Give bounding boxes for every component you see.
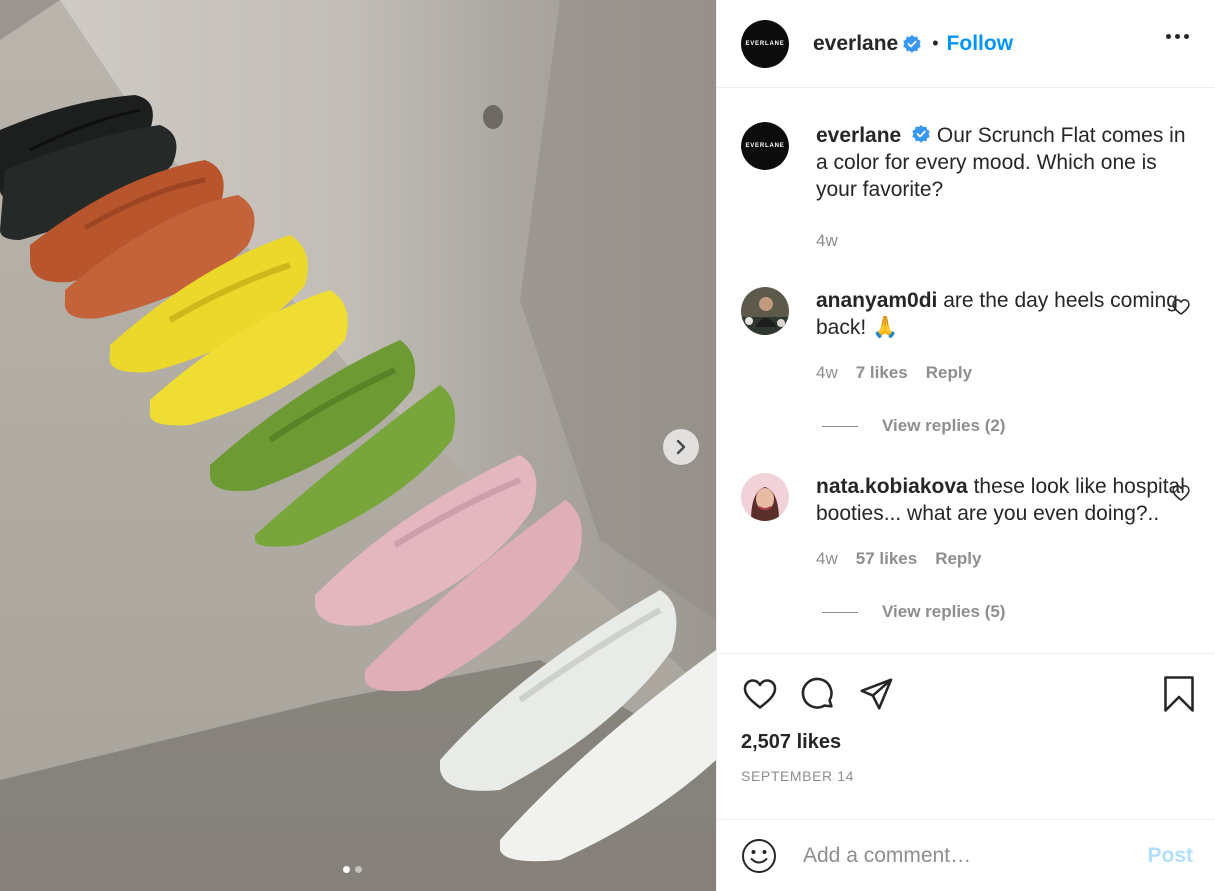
folded-hands-icon: 🙏 — [872, 316, 899, 339]
post-actions: 2,507 likes SEPTEMBER 14 — [717, 653, 1215, 819]
follow-button[interactable]: Follow — [947, 32, 1014, 56]
caption-time[interactable]: 4w — [816, 227, 838, 254]
share-button[interactable] — [857, 675, 895, 713]
post-header: EVERLANE everlane • Follow — [717, 0, 1215, 88]
comment-time[interactable]: 4w — [816, 545, 838, 572]
post-date[interactable]: SEPTEMBER 14 — [741, 768, 1195, 784]
caption: EVERLANE everlane Our Scrunch Flat comes… — [741, 122, 1191, 254]
comment-button[interactable] — [799, 675, 837, 713]
comment-likes[interactable]: 7 likes — [856, 359, 908, 386]
reply-button[interactable]: Reply — [926, 359, 972, 386]
post-comment-button[interactable]: Post — [1147, 844, 1193, 868]
comment-username[interactable]: nata.kobiakova — [816, 475, 968, 498]
comment-input[interactable] — [803, 843, 1148, 868]
comment-bubble-icon — [801, 677, 833, 709]
user-photo-icon — [741, 473, 789, 521]
user-photo-icon — [741, 287, 789, 335]
heart-icon[interactable] — [1171, 483, 1191, 503]
comment-likes[interactable]: 57 likes — [856, 545, 917, 572]
header-username[interactable]: everlane — [813, 32, 898, 56]
carousel-dot-active — [343, 866, 350, 873]
view-replies-label: View replies (5) — [882, 602, 1006, 621]
avatar[interactable] — [741, 287, 789, 335]
comment-item: ananyam0di are the day heels coming back… — [741, 287, 1191, 386]
add-comment-bar: Post — [717, 819, 1215, 891]
more-options-icon[interactable] — [1166, 34, 1189, 39]
next-slide-button[interactable] — [663, 429, 699, 465]
comment-item: nata.kobiakova these look like hospital … — [741, 473, 1191, 572]
replies-line — [822, 611, 858, 613]
post-side-panel: EVERLANE everlane • Follow EVERLANE ever… — [716, 0, 1215, 891]
shoes-photo-image — [0, 0, 716, 891]
comment-time[interactable]: 4w — [816, 359, 838, 386]
header-separator: • — [932, 33, 939, 53]
verified-badge-icon — [912, 124, 930, 143]
replies-line — [822, 425, 858, 427]
chevron-right-icon — [676, 439, 686, 455]
heart-icon[interactable] — [1171, 297, 1191, 317]
avatar[interactable] — [741, 473, 789, 521]
post-photo[interactable] — [0, 0, 716, 891]
verified-badge-icon — [903, 34, 921, 53]
carousel-dot — [355, 866, 362, 873]
reply-button[interactable]: Reply — [935, 545, 981, 572]
like-count[interactable]: 2,507 likes — [741, 731, 1195, 754]
heart-icon — [743, 679, 777, 709]
avatar[interactable]: EVERLANE — [741, 122, 789, 170]
caption-username[interactable]: everlane — [816, 124, 901, 147]
avatar[interactable]: EVERLANE — [741, 19, 789, 68]
view-replies-button[interactable]: View replies (5) — [822, 602, 1191, 622]
comment-username[interactable]: ananyam0di — [816, 289, 937, 312]
like-button[interactable] — [741, 675, 779, 713]
paper-plane-icon — [860, 678, 893, 710]
view-replies-button[interactable]: View replies (2) — [822, 416, 1191, 436]
carousel-indicator — [343, 866, 362, 873]
comments-section[interactable]: EVERLANE everlane Our Scrunch Flat comes… — [717, 88, 1215, 653]
view-replies-label: View replies (2) — [882, 416, 1006, 435]
bookmark-icon[interactable] — [1161, 674, 1197, 714]
smiley-icon[interactable] — [741, 838, 777, 874]
